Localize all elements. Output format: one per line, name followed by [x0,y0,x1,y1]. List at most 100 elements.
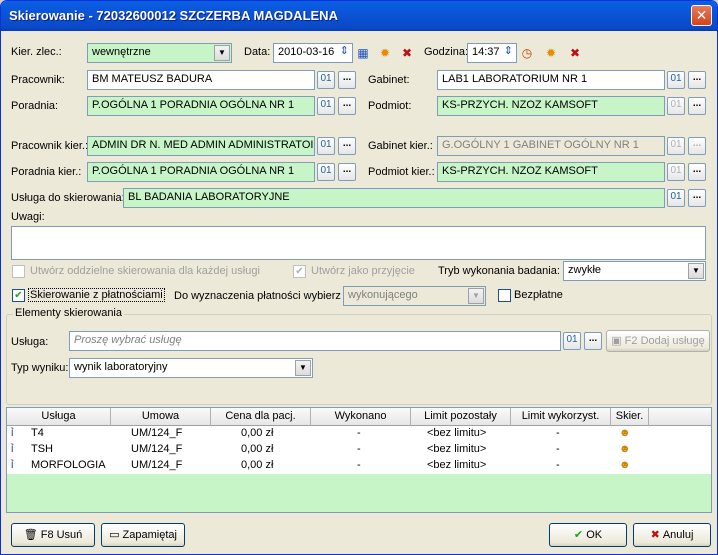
kier-zlec-value: wewnętrzne [92,46,151,58]
now-icon[interactable]: ✹ [543,45,559,61]
pracownik-lookup-button[interactable]: 01 [317,71,335,89]
podmiot-field[interactable]: KS-PRZYCH. NZOZ KAMSOFT [437,96,665,116]
pracownik-kier-label: Pracownik kier.: [11,140,89,152]
przyjecie-checkbox[interactable]: ✔ [293,265,306,278]
do-wyznaczenia-label: Do wyznaczenia płatności wybierz [174,290,341,302]
podmiot-kier-browse-button[interactable]: ... [688,163,706,181]
uwagi-textarea[interactable] [11,226,706,260]
elementy-group-title: Elementy skierowania [13,307,124,319]
gabinet-kier-browse-button[interactable]: ... [688,137,706,155]
chevron-down-icon[interactable]: ▼ [688,263,704,279]
bezplatne-checkbox[interactable] [498,289,511,302]
oddzielne-checkbox[interactable] [12,265,25,278]
referral-user-icon[interactable]: ☻ [619,458,631,474]
pracownik-browse-button[interactable]: ... [338,71,356,89]
test-tube-icon: ỉ [11,427,14,439]
zapamietaj-button[interactable]: ▭ Zapamiętaj [101,523,185,547]
cancel-icon: ✖ [650,529,663,541]
usluga-do-skier-browse-button[interactable]: ... [688,189,706,207]
date-input[interactable]: 2010-03-16 ⇕ [273,43,353,63]
gabinet-value: LAB1 LABORATORIUM NR 1 [442,73,588,85]
pracownik-kier-field[interactable]: ADMIN DR N. MED ADMIN ADMINISTRATOI [87,136,315,156]
typ-wyniku-select[interactable]: wynik laboratoryjny ▼ [69,358,313,378]
cell-wykonano: - [357,459,361,471]
usluga-do-skier-label: Usługa do skierowania: [11,192,125,204]
gabinet-kier-field[interactable]: G.OGÓLNY 1 GABINET OGÓLNY NR 1 [437,136,665,156]
table-row[interactable]: ỉ T4 UM/124_F 0,00 zł - <bez limitu> - ☻ [7,426,711,442]
poradnia-field[interactable]: P.OGÓLNA 1 PORADNIA OGÓLNA NR 1 [87,96,315,116]
platnosci-checkbox[interactable]: ✔ [12,289,25,302]
podmiot-kier-lookup-button[interactable]: 01 [667,163,685,181]
table-row[interactable]: ỉ TSH UM/124_F 0,00 zł - <bez limitu> - … [7,442,711,458]
cell-wykonano: - [357,443,361,455]
poradnia-value: P.OGÓLNA 1 PORADNIA OGÓLNA NR 1 [92,99,295,111]
referral-window: Skierowanie - 72032600012 SZCZERBA MAGDA… [0,0,718,555]
gabinet-lookup-button[interactable]: 01 [667,71,685,89]
gabinet-field[interactable]: LAB1 LABORATORIUM NR 1 [437,70,665,90]
cell-cena: 0,00 zł [241,443,274,455]
cell-cena: 0,00 zł [241,459,274,471]
poradnia-kier-lookup-button[interactable]: 01 [317,163,335,181]
poradnia-lookup-button[interactable]: 01 [317,97,335,115]
clear-date-icon[interactable]: ✖ [399,45,415,61]
spin-icon[interactable]: ⇕ [504,44,513,57]
cell-limit-poz: <bez limitu> [427,427,487,439]
col-limit-poz[interactable]: Limit pozostały [411,408,511,426]
gabinet-browse-button[interactable]: ... [688,71,706,89]
dodaj-usluge-button[interactable]: ▣ F2 Dodaj usługę [606,330,710,352]
referral-user-icon[interactable]: ☻ [619,442,631,458]
przyjecie-label: Utwórz jako przyjęcie [311,265,415,277]
table-row[interactable]: ỉ MORFOLOGIA UM/124_F 0,00 zł - <bez lim… [7,458,711,474]
poradnia-kier-field[interactable]: P.OGÓLNA 1 PORADNIA OGÓLNA NR 1 [87,162,315,182]
chevron-down-icon[interactable]: ▼ [468,288,484,304]
poradnia-kier-browse-button[interactable]: ... [338,163,356,181]
usluga-lookup-button[interactable]: 01 [563,332,581,350]
col-limit-wyk[interactable]: Limit wykorzyst. [511,408,611,426]
usluga-input[interactable]: Proszę wybrać usługę [69,331,561,351]
gabinet-kier-lookup-button[interactable]: 01 [667,137,685,155]
close-button[interactable]: ✕ [691,5,712,26]
usluga-do-skier-field[interactable]: BL BADANIA LABORATORYJNE [123,188,665,208]
col-cena[interactable]: Cena dla pacj. [211,408,311,426]
pracownik-value: BM MATEUSZ BADURA [92,73,213,85]
podmiot-kier-field[interactable]: KS-PRZYCH. NZOZ KAMSOFT [437,162,665,182]
usun-label: F8 Usuń [40,529,83,541]
col-usluga[interactable]: Usługa [7,408,111,426]
usun-button[interactable]: 🗑 F8 Usuń [11,523,95,547]
cell-umowa: UM/124_F [131,459,183,471]
col-umowa[interactable]: Umowa [111,408,211,426]
title-bar[interactable]: Skierowanie - 72032600012 SZCZERBA MAGDA… [1,1,717,31]
clear-time-icon[interactable]: ✖ [567,45,583,61]
podmiot-lookup-button[interactable]: 01 [667,97,685,115]
usluga-browse-button[interactable]: ... [584,332,602,350]
date-value: 2010-03-16 [278,46,335,58]
today-icon[interactable]: ✹ [377,45,393,61]
tryb-select[interactable]: zwykłe ▼ [563,261,706,281]
clock-icon[interactable]: ◷ [519,45,535,61]
chevron-down-icon[interactable]: ▼ [295,360,311,376]
col-wykonano[interactable]: Wykonano [311,408,411,426]
cell-limit-wyk: - [556,427,560,439]
calendar-icon[interactable]: ▦ [355,45,371,61]
chevron-down-icon[interactable]: ▼ [214,45,230,61]
poradnia-label: Poradnia: [11,100,59,112]
pracownik-field[interactable]: BM MATEUSZ BADURA [87,70,315,90]
ok-button[interactable]: ✔ OK [549,523,627,547]
anuluj-label: Anuluj [662,529,694,541]
do-wyznaczenia-select[interactable]: wykonującego ▼ [343,286,486,306]
kier-zlec-select[interactable]: wewnętrzne ▼ [87,43,232,63]
usluga-do-skier-lookup-button[interactable]: 01 [667,189,685,207]
time-input[interactable]: 14:37 ⇕ [467,43,517,63]
referral-user-icon[interactable]: ☻ [619,426,631,442]
pracownik-kier-lookup-button[interactable]: 01 [317,137,335,155]
podmiot-browse-button[interactable]: ... [688,97,706,115]
pracownik-kier-browse-button[interactable]: ... [338,137,356,155]
spin-icon[interactable]: ⇕ [340,44,349,57]
ok-label: OK [586,529,603,541]
platnosci-label: Skierowanie z płatnościami [28,288,165,302]
anuluj-button[interactable]: ✖ Anuluj [633,523,711,547]
poradnia-browse-button[interactable]: ... [338,97,356,115]
podmiot-kier-value: KS-PRZYCH. NZOZ KAMSOFT [442,165,598,177]
col-skier[interactable]: Skier. [611,408,649,426]
add-icon: ▣ [611,335,625,347]
